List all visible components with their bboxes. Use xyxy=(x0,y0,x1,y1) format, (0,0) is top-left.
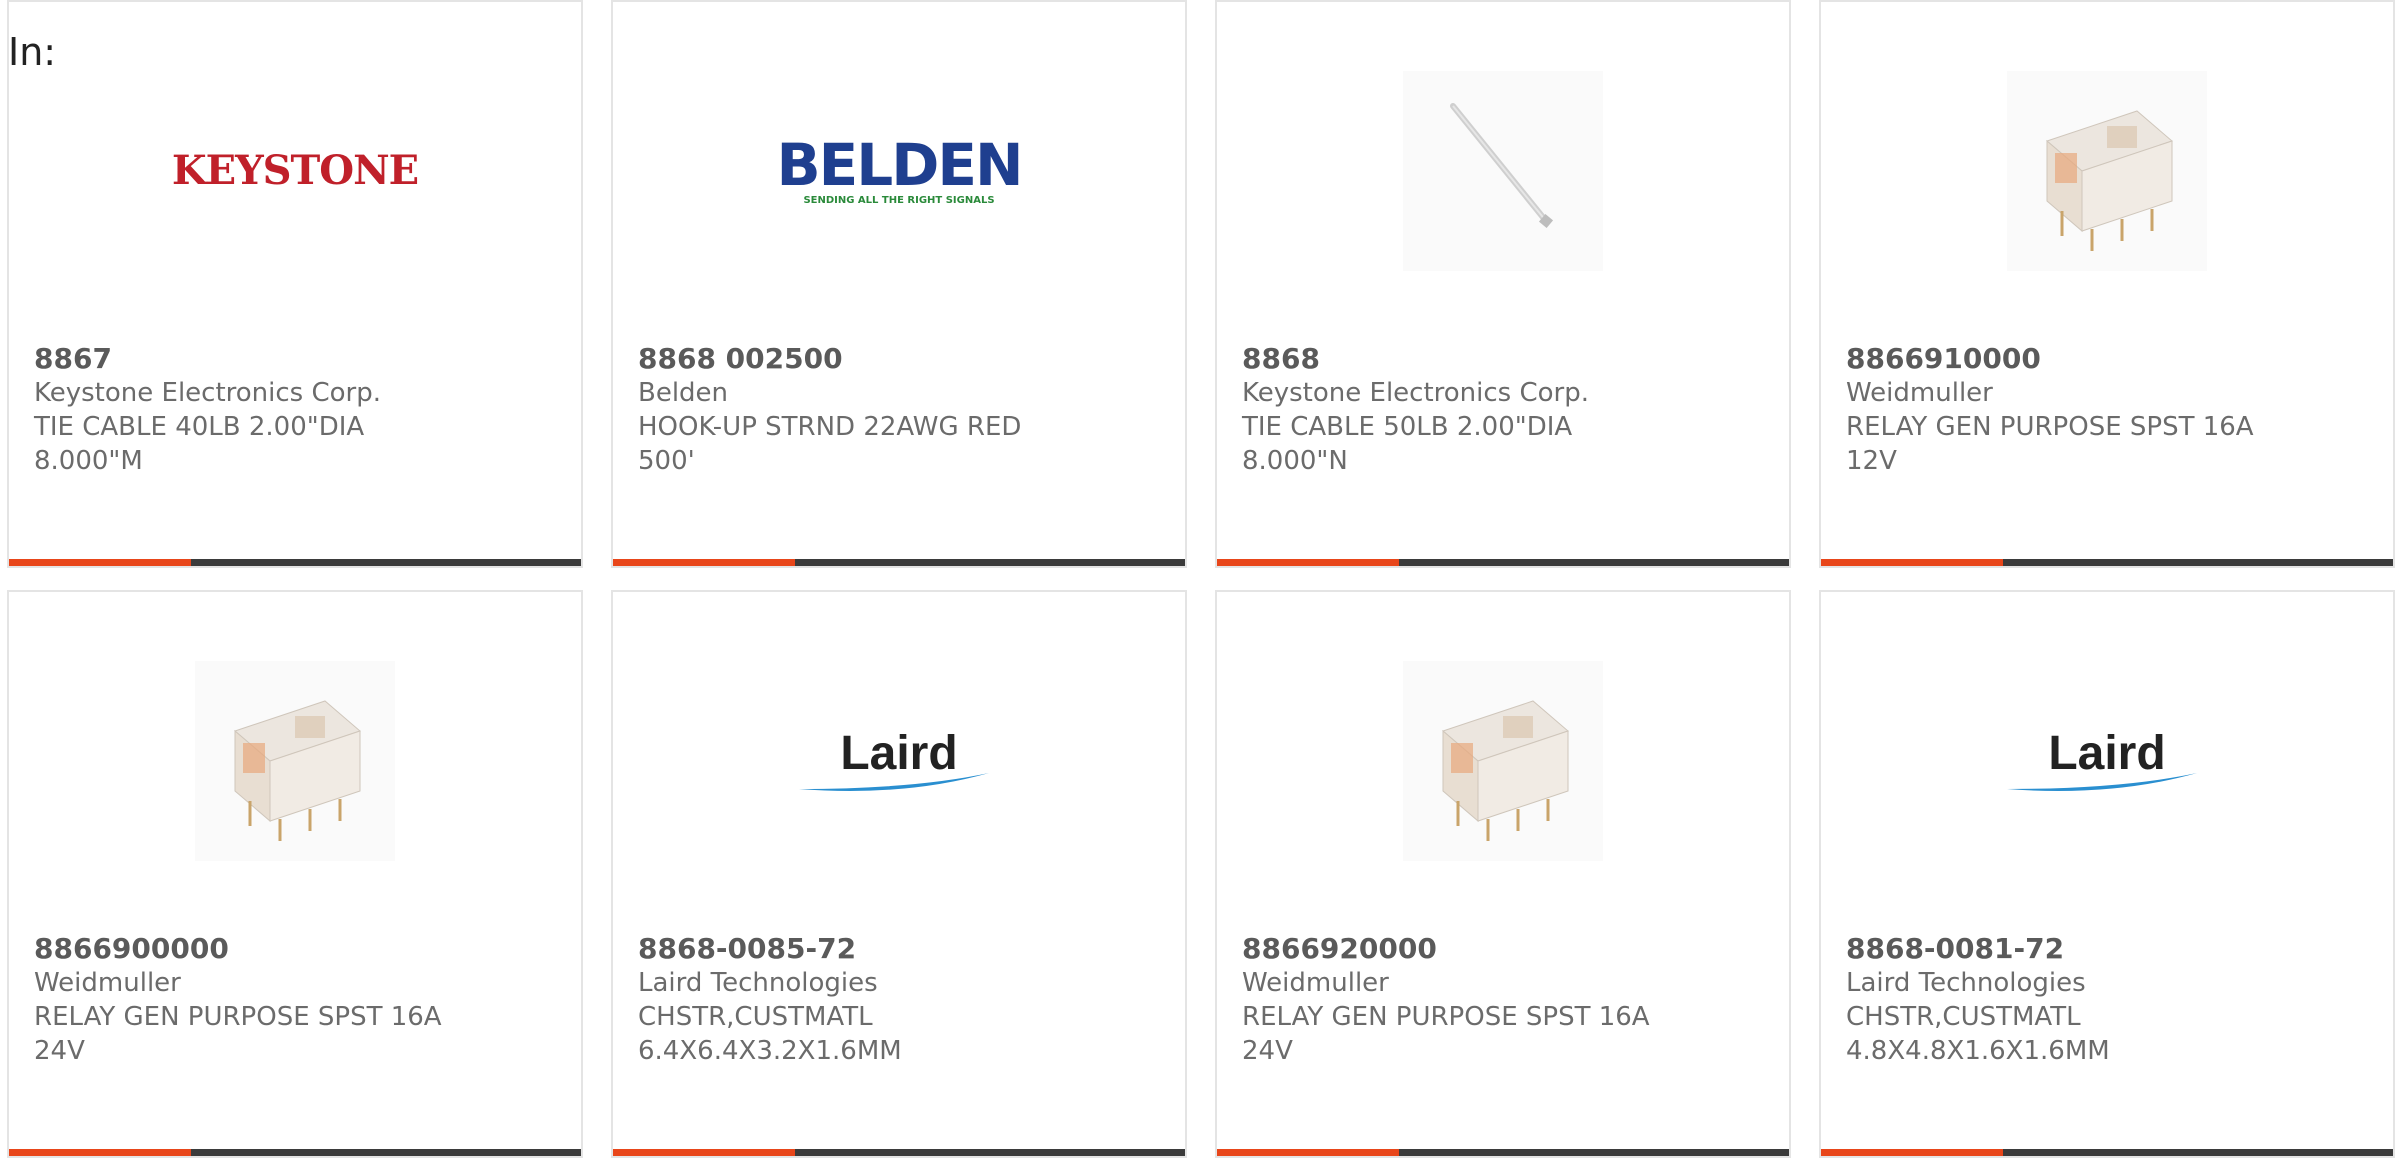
manufacturer: Laird Technologies xyxy=(1846,968,2086,998)
part-number[interactable]: 8867 xyxy=(34,342,454,376)
product-image[interactable] xyxy=(1217,66,1789,276)
laird-logo: Laird xyxy=(2002,726,2212,797)
product-card[interactable]: BELDEN SENDING ALL THE RIGHT SIGNALS 886… xyxy=(611,0,1187,568)
manufacturer: Laird Technologies xyxy=(638,968,878,998)
manufacturer: Weidmuller xyxy=(34,968,181,998)
belden-logo: BELDEN SENDING ALL THE RIGHT SIGNALS xyxy=(776,131,1023,206)
product-card[interactable]: KEYSTONE 8867 Keystone Electronics Corp.… xyxy=(7,0,583,568)
manufacturer: Weidmuller xyxy=(1242,968,1389,998)
manufacturer: Keystone Electronics Corp. xyxy=(1242,378,1590,408)
product-image[interactable]: Laird xyxy=(1821,656,2393,866)
card-bar xyxy=(1217,559,1789,566)
description: TIE CABLE 50LB 2.00"DIA 8.000"N xyxy=(1242,412,1573,476)
product-image[interactable]: KEYSTONE xyxy=(9,66,581,276)
in-label: In: xyxy=(8,30,57,74)
card-bar xyxy=(1821,1149,2393,1156)
product-card[interactable]: Laird 8868-0085-72 Laird Technologies CH… xyxy=(611,590,1187,1158)
description: RELAY GEN PURPOSE SPST 16A 24V xyxy=(34,1002,442,1066)
part-number[interactable]: 8868-0081-72 xyxy=(1846,932,2266,966)
part-number[interactable]: 8868 002500 xyxy=(638,342,1058,376)
product-card[interactable]: 8866920000 Weidmuller RELAY GEN PURPOSE … xyxy=(1215,590,1791,1158)
card-bar xyxy=(9,1149,581,1156)
part-number[interactable]: 8868 xyxy=(1242,342,1662,376)
description: TIE CABLE 40LB 2.00"DIA 8.000"M xyxy=(34,412,365,476)
card-bar xyxy=(613,1149,1185,1156)
card-bar xyxy=(1217,1149,1789,1156)
part-number[interactable]: 8866910000 xyxy=(1846,342,2266,376)
card-bar xyxy=(9,559,581,566)
description: CHSTR,CUSTMATL 4.8X4.8X1.6X1.6MM xyxy=(1846,1002,2110,1066)
keystone-logo: KEYSTONE xyxy=(171,147,419,194)
description: CHSTR,CUSTMATL 6.4X6.4X3.2X1.6MM xyxy=(638,1002,902,1066)
description: HOOK-UP STRND 22AWG RED 500' xyxy=(638,412,1022,476)
relay-photo xyxy=(1403,661,1603,861)
relay-photo xyxy=(195,661,395,861)
cable-tie-photo xyxy=(1403,71,1603,271)
manufacturer: Keystone Electronics Corp. xyxy=(34,378,382,408)
product-image[interactable] xyxy=(1821,66,2393,276)
card-bar xyxy=(613,559,1185,566)
part-number[interactable]: 8866920000 xyxy=(1242,932,1662,966)
part-number[interactable]: 8866900000 xyxy=(34,932,454,966)
card-bar xyxy=(1821,559,2393,566)
relay-photo xyxy=(2007,71,2207,271)
product-card[interactable]: 8866900000 Weidmuller RELAY GEN PURPOSE … xyxy=(7,590,583,1158)
product-card[interactable]: 8866910000 Weidmuller RELAY GEN PURPOSE … xyxy=(1819,0,2395,568)
product-image[interactable]: BELDEN SENDING ALL THE RIGHT SIGNALS xyxy=(613,66,1185,276)
product-image[interactable] xyxy=(9,656,581,866)
part-number[interactable]: 8868-0085-72 xyxy=(638,932,1058,966)
product-card[interactable]: Laird 8868-0081-72 Laird Technologies CH… xyxy=(1819,590,2395,1158)
description: RELAY GEN PURPOSE SPST 16A 24V xyxy=(1242,1002,1650,1066)
manufacturer: Belden xyxy=(638,378,729,408)
laird-logo: Laird xyxy=(794,726,1004,797)
description: RELAY GEN PURPOSE SPST 16A 12V xyxy=(1846,412,2254,476)
product-card[interactable]: 8868 Keystone Electronics Corp. TIE CABL… xyxy=(1215,0,1791,568)
product-image[interactable] xyxy=(1217,656,1789,866)
product-image[interactable]: Laird xyxy=(613,656,1185,866)
manufacturer: Weidmuller xyxy=(1846,378,1993,408)
